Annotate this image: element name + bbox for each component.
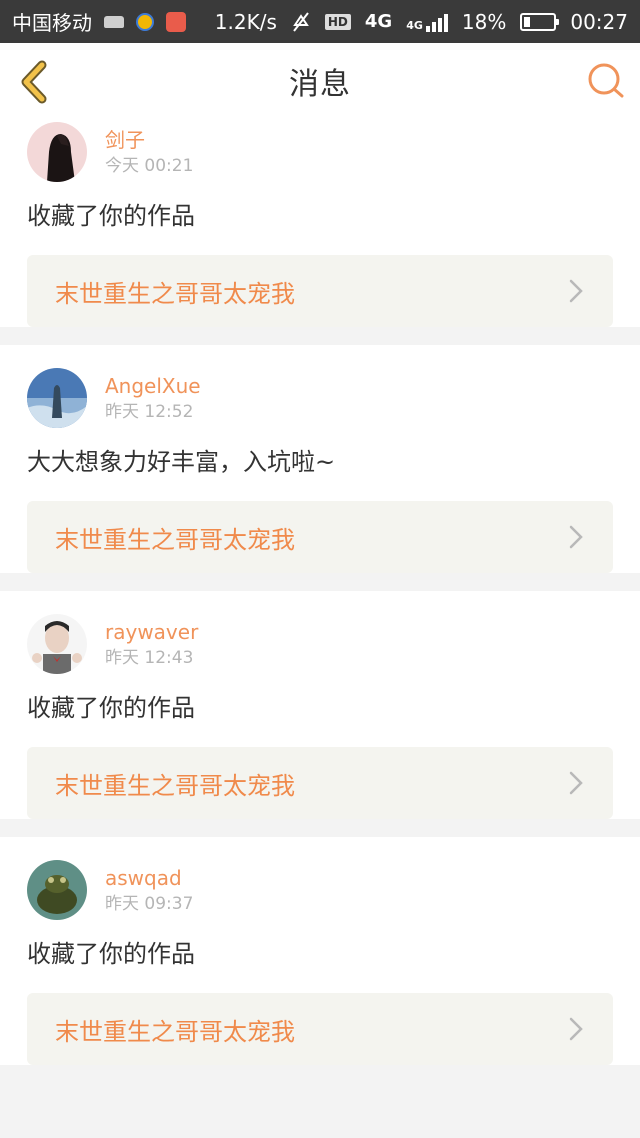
avatar[interactable] [27,122,87,182]
message-card: 剑子 今天 00:21 收藏了你的作品 末世重生之哥哥太宠我 [0,107,640,327]
timestamp: 昨天 12:52 [105,402,194,422]
avatar[interactable] [27,368,87,428]
work-link[interactable]: 末世重生之哥哥太宠我 [27,255,613,327]
work-link[interactable]: 末世重生之哥哥太宠我 [27,747,613,819]
carrier-name: 中国移动 [12,11,92,35]
work-link[interactable]: 末世重生之哥哥太宠我 [27,501,613,573]
work-title: 末世重生之哥哥太宠我 [55,279,295,308]
signal-icon [425,12,448,32]
message-card: AngelXue 昨天 12:52 大大想象力好丰富，入坑啦~ 末世重生之哥哥太… [0,345,640,573]
username[interactable]: aswqad [105,864,193,892]
chevron-right-icon [569,1017,583,1041]
timestamp: 昨天 12:43 [105,648,194,668]
network-speed: 1.2K/s [214,9,277,34]
message-text: 大大想象力好丰富，入坑啦~ [27,448,336,476]
battery-percentage: 18% [461,9,507,34]
message-card: raywaver 昨天 12:43 收藏了你的作品 末世重生之哥哥太宠我 [0,591,640,819]
message-text: 收藏了你的作品 [27,694,195,722]
username[interactable]: AngelXue [105,372,201,400]
work-title: 末世重生之哥哥太宠我 [55,771,295,800]
network-type-4g-secondary: 4G [406,18,423,32]
message-text: 收藏了你的作品 [27,940,195,968]
chevron-right-icon [569,771,583,795]
mail-notification-icon [166,11,186,32]
status-bar: 中国移动 1.2K/s HD 4G 4G 18% 00:27 [0,0,640,43]
username[interactable]: 剑子 [105,126,193,154]
back-arrow-icon[interactable] [14,57,58,107]
work-link[interactable]: 末世重生之哥哥太宠我 [27,993,613,1065]
hd-badge: HD [324,13,351,30]
search-icon[interactable] [586,61,626,101]
message-card: aswqad 昨天 09:37 收藏了你的作品 末世重生之哥哥太宠我 [0,837,640,1065]
network-type-4g: 4G [364,11,393,32]
battery-icon [520,12,560,31]
chevron-right-icon [569,525,583,549]
timestamp: 昨天 09:37 [105,894,194,914]
mute-icon [293,11,309,32]
avatar[interactable] [27,614,87,674]
chevron-right-icon [569,279,583,303]
timestamp: 今天 00:21 [105,156,194,176]
page-title: 消息 [289,67,351,102]
message-text: 收藏了你的作品 [27,202,195,230]
car-notification-icon [104,15,124,28]
username[interactable]: raywaver [105,618,198,646]
avatar[interactable] [27,860,87,920]
work-title: 末世重生之哥哥太宠我 [55,525,295,554]
app-notification-icon [136,12,154,31]
message-list: 剑子 今天 00:21 收藏了你的作品 末世重生之哥哥太宠我 AngelXue … [0,107,640,1083]
work-title: 末世重生之哥哥太宠我 [55,1017,295,1046]
clock: 00:27 [570,9,628,34]
